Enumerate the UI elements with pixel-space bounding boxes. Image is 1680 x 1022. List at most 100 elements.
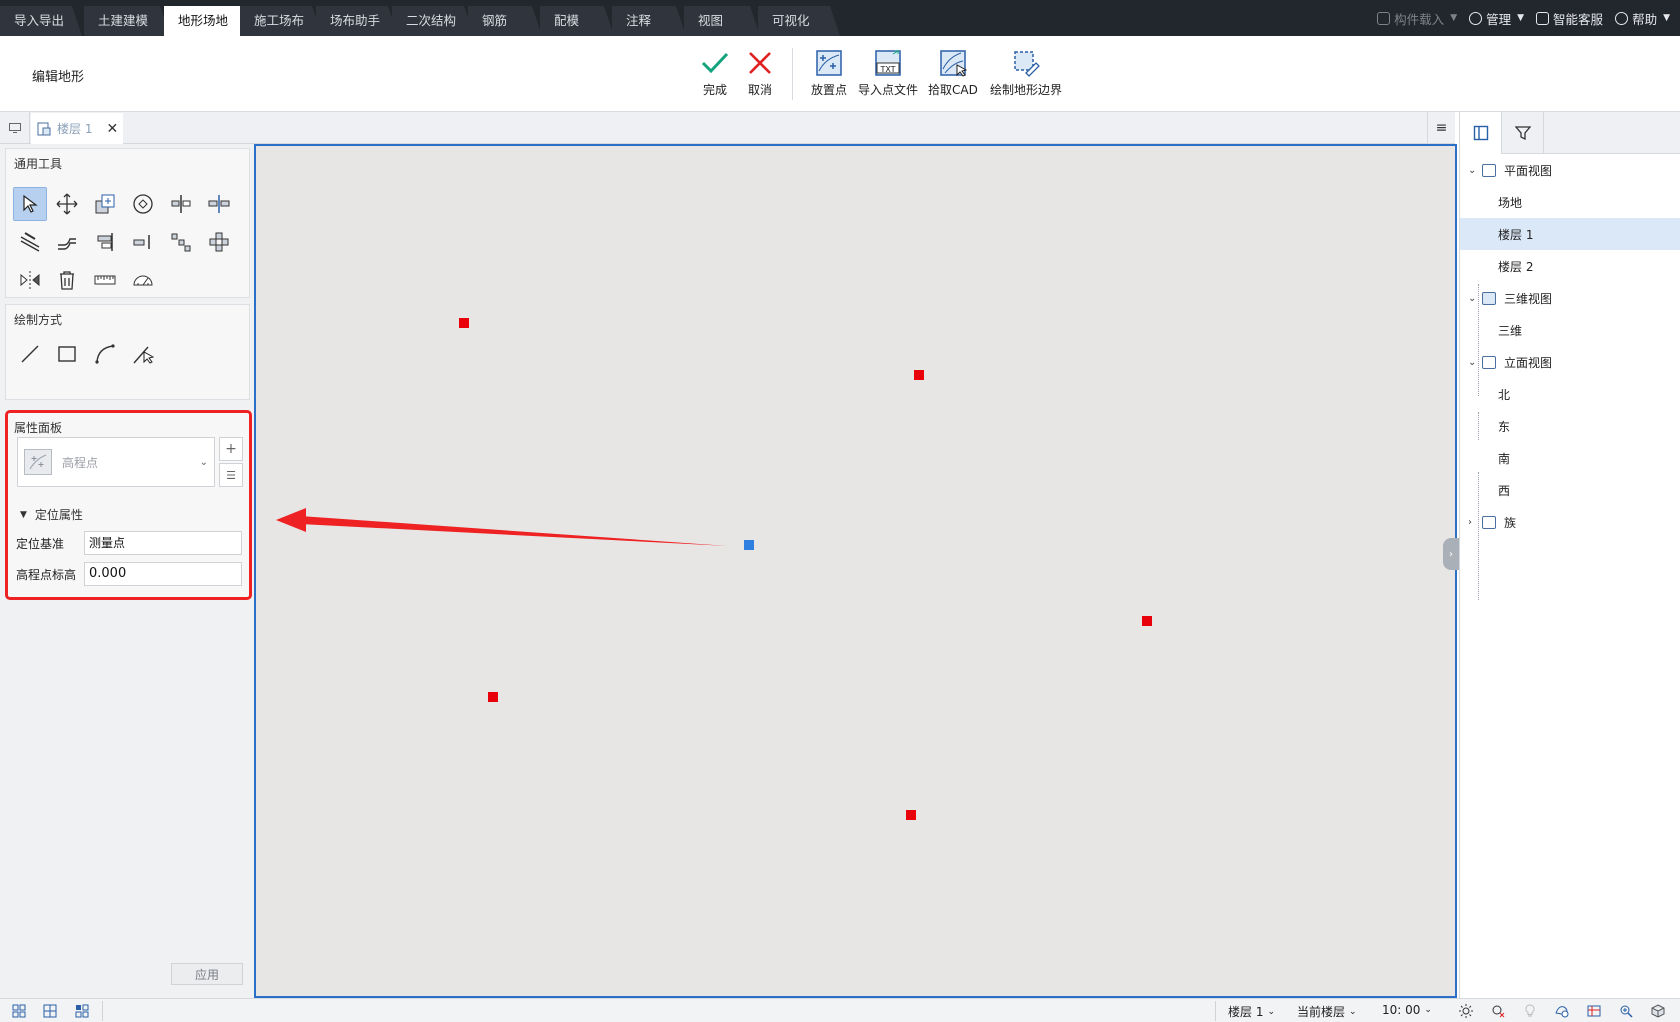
edit-type-button[interactable]: ☰ <box>219 463 243 487</box>
place-point-icon <box>814 48 844 78</box>
array-tool[interactable] <box>164 225 198 259</box>
mirror-icon <box>20 271 40 289</box>
tab-filter[interactable] <box>1502 112 1544 154</box>
tree-item-floor-1[interactable]: 楼层 1 <box>1460 218 1680 250</box>
manage-menu[interactable]: 管理 ▼ <box>1469 9 1524 28</box>
rectangle-tool[interactable] <box>50 337 84 371</box>
tab-visualization[interactable]: 可视化 <box>758 6 840 36</box>
pick-cad-button[interactable]: 拾取CAD <box>928 48 978 98</box>
menu-icon[interactable]: ≡ <box>1427 112 1455 144</box>
gear-icon <box>1469 11 1483 25</box>
tree-item-north[interactable]: 北 <box>1460 378 1680 410</box>
select-tool[interactable] <box>13 187 47 221</box>
type-selector[interactable]: 高程点 ⌄ <box>17 437 215 487</box>
elevation-field[interactable]: 0.000 <box>84 562 242 586</box>
window-icon[interactable] <box>0 112 30 144</box>
component-icon <box>1377 11 1391 25</box>
measure-tool[interactable] <box>88 263 122 297</box>
group-icon <box>209 232 229 252</box>
chevron-down-icon: ▼ <box>1517 13 1525 23</box>
filter-icon <box>1514 126 1531 141</box>
service-button[interactable]: 智能客服 <box>1536 9 1603 28</box>
zoom-fit-icon[interactable] <box>1618 1003 1634 1019</box>
tree-item-3d-views[interactable]: ⌄ 三维视图 <box>1460 282 1680 314</box>
offset-tool[interactable] <box>13 225 47 259</box>
status-separator <box>1215 1001 1216 1021</box>
add-type-button[interactable]: + <box>219 437 243 461</box>
positioning-base-field[interactable]: 测量点 <box>84 531 242 555</box>
shadow-off-icon[interactable] <box>1490 1003 1506 1019</box>
tab-rebar[interactable]: 钢筋 <box>468 6 542 36</box>
tab-view[interactable]: 视图 <box>684 6 760 36</box>
lightbulb-icon[interactable] <box>1522 1003 1538 1019</box>
line-tool[interactable] <box>13 337 47 371</box>
mirror-tool[interactable] <box>13 263 47 297</box>
tab-secondary-structure[interactable]: 二次结构 <box>392 6 474 36</box>
tree-item-3d[interactable]: 三维 <box>1460 314 1680 346</box>
positioning-group-header[interactable]: ▼ 定位属性 <box>20 506 83 523</box>
scale-selector[interactable]: 10: 00 ⌄ <box>1382 1003 1432 1017</box>
tree-item-elevation-views[interactable]: ⌄ 立面视图 <box>1460 346 1680 378</box>
tab-terrain-site[interactable]: 地形场地 <box>164 6 252 36</box>
tab-civil-modeling[interactable]: 土建建模 <box>84 6 170 36</box>
break-tool[interactable] <box>126 225 160 259</box>
rectangle-icon <box>58 346 76 362</box>
floor-selector[interactable]: 楼层 1 ⌄ <box>1228 1003 1275 1020</box>
panel-collapse-handle[interactable]: › <box>1443 538 1459 570</box>
tree-item-plan-views[interactable]: ⌄ 平面视图 <box>1460 154 1680 186</box>
tree-item-west[interactable]: 西 <box>1460 474 1680 506</box>
extend-tool[interactable] <box>50 225 84 259</box>
txt-text: TXT <box>879 65 895 74</box>
tile-icon[interactable] <box>74 1003 90 1019</box>
help-menu[interactable]: 帮助 ▼ <box>1615 9 1670 28</box>
cancel-button[interactable]: 取消 <box>745 48 775 98</box>
family-icon <box>1482 515 1496 529</box>
arc-tool[interactable] <box>88 337 122 371</box>
place-point-button[interactable]: 放置点 <box>811 48 847 98</box>
pick-cad-icon <box>938 48 968 78</box>
elevation-row: 高程点标高 0.000 <box>16 562 248 586</box>
3d-view-icon[interactable] <box>1650 1003 1666 1019</box>
ribbon: 编辑地形 完成 取消 放置点 TXT 导入点文件 拾取CAD 绘制地形边界 <box>0 36 1680 112</box>
render-settings-icon[interactable] <box>1554 1003 1570 1019</box>
tree-item-site[interactable]: 场地 <box>1460 186 1680 218</box>
tab-formwork[interactable]: 配模 <box>540 6 614 36</box>
settings-icon: ☰ <box>226 468 236 482</box>
tab-construction-layout[interactable]: 施工场布 <box>240 6 322 36</box>
trim-tool[interactable] <box>164 187 198 221</box>
import-point-file-button[interactable]: TXT 导入点文件 <box>858 48 918 98</box>
visibility-settings-icon[interactable] <box>1586 1003 1602 1019</box>
align-tool[interactable] <box>88 225 122 259</box>
delete-tool[interactable] <box>50 263 84 297</box>
angle-measure-tool[interactable] <box>126 263 160 297</box>
close-icon[interactable]: ✕ <box>106 121 118 137</box>
protractor-icon <box>133 275 153 286</box>
tab-view-browser[interactable] <box>1460 112 1502 154</box>
drawing-canvas[interactable] <box>254 144 1457 998</box>
rotate-tool[interactable] <box>126 187 160 221</box>
copy-tool[interactable] <box>88 187 122 221</box>
apply-button[interactable]: 应用 <box>171 963 243 985</box>
tab-floor-1[interactable]: 楼层 1 ✕ <box>31 113 123 144</box>
tree-item-south[interactable]: 南 <box>1460 442 1680 474</box>
tab-import-export[interactable]: 导入导出 <box>0 6 82 36</box>
tree-item-east[interactable]: 东 <box>1460 410 1680 442</box>
close-icon <box>745 48 775 78</box>
group-tool[interactable] <box>202 225 236 259</box>
pick-line-tool[interactable] <box>126 337 160 371</box>
grid-view-icon[interactable] <box>11 1003 27 1019</box>
tree-item-family[interactable]: › 族 <box>1460 506 1680 538</box>
layout-icon[interactable] <box>42 1003 58 1019</box>
finish-button[interactable]: 完成 <box>700 48 730 98</box>
tab-annotation[interactable]: 注释 <box>612 6 686 36</box>
general-tools-title: 通用工具 <box>14 157 63 171</box>
tree-item-floor-2[interactable]: 楼层 2 <box>1460 250 1680 282</box>
component-load-menu[interactable]: 构件载入 ▼ <box>1377 9 1457 28</box>
scope-selector[interactable]: 当前楼层 ⌄ <box>1297 1003 1357 1020</box>
finish-label: 完成 <box>702 83 727 97</box>
tab-layout-assistant[interactable]: 场布助手 <box>316 6 398 36</box>
sun-icon[interactable] <box>1458 1003 1474 1019</box>
split-tool[interactable] <box>202 187 236 221</box>
move-tool[interactable] <box>50 187 84 221</box>
draw-boundary-button[interactable]: 绘制地形边界 <box>990 48 1062 98</box>
